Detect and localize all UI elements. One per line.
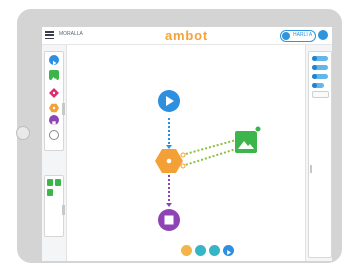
arrow-head — [166, 145, 172, 149]
stop-icon — [164, 215, 174, 225]
zoom-in-icon[interactable] — [181, 245, 192, 256]
play-icon — [53, 60, 57, 66]
hexagon-icon — [49, 103, 59, 113]
block-palette-panel — [42, 45, 67, 261]
properties-collapse-tab[interactable] — [310, 165, 312, 173]
edge-process-image-top — [181, 139, 237, 156]
node-badge — [254, 125, 262, 133]
start-node[interactable] — [158, 90, 180, 112]
process-node[interactable] — [155, 149, 186, 173]
fit-icon[interactable] — [209, 245, 220, 256]
green-block-icon[interactable] — [47, 189, 53, 196]
property-item[interactable] — [312, 74, 328, 79]
help-icon[interactable] — [318, 30, 328, 40]
property-item[interactable] — [312, 56, 328, 61]
menu-icon[interactable] — [45, 31, 54, 39]
top-bar: MORALLA ambot HARLI A — [42, 27, 332, 45]
property-item[interactable] — [312, 83, 324, 88]
zoom-out-icon[interactable] — [195, 245, 206, 256]
palette-process-block[interactable] — [49, 100, 59, 113]
property-field[interactable] — [312, 91, 329, 98]
output-port[interactable] — [180, 152, 186, 158]
palette-image-block[interactable] — [49, 70, 59, 81]
property-item[interactable] — [312, 65, 328, 70]
green-block-icon[interactable] — [47, 179, 53, 186]
extra-palette-tab[interactable] — [62, 205, 65, 215]
green-block-icon[interactable] — [55, 179, 61, 186]
user-name: HARLI A — [293, 32, 313, 38]
file-name[interactable]: MORALLA — [59, 31, 83, 37]
extra-block-palette — [44, 175, 64, 237]
palette-end-block[interactable] — [49, 115, 59, 125]
edge-process-image-bottom — [181, 148, 237, 167]
palette-start-block[interactable] — [49, 55, 59, 66]
properties-list — [308, 51, 332, 258]
home-button[interactable] — [16, 126, 30, 140]
user-menu-button[interactable]: HARLI A — [280, 30, 316, 42]
image-icon — [51, 77, 57, 81]
diamond-icon — [49, 88, 59, 98]
arrow-head — [166, 203, 172, 207]
hexagon-icon — [166, 158, 172, 164]
tablet-frame: MORALLA ambot HARLI A — [16, 9, 342, 263]
palette-collapse-tab[interactable] — [62, 103, 65, 115]
user-avatar-icon — [282, 32, 290, 40]
run-icon[interactable] — [223, 245, 234, 256]
stop-icon — [52, 121, 56, 125]
end-node[interactable] — [158, 209, 180, 231]
output-port[interactable] — [180, 163, 186, 169]
image-node[interactable] — [235, 125, 262, 153]
flow-canvas[interactable] — [67, 45, 305, 261]
brand-logo: ambot — [165, 28, 208, 43]
block-palette — [44, 51, 64, 151]
properties-panel — [305, 45, 332, 261]
palette-ring-block[interactable] — [49, 130, 59, 140]
app-screen: MORALLA ambot HARLI A — [42, 27, 332, 261]
palette-decision-block[interactable] — [49, 85, 59, 98]
